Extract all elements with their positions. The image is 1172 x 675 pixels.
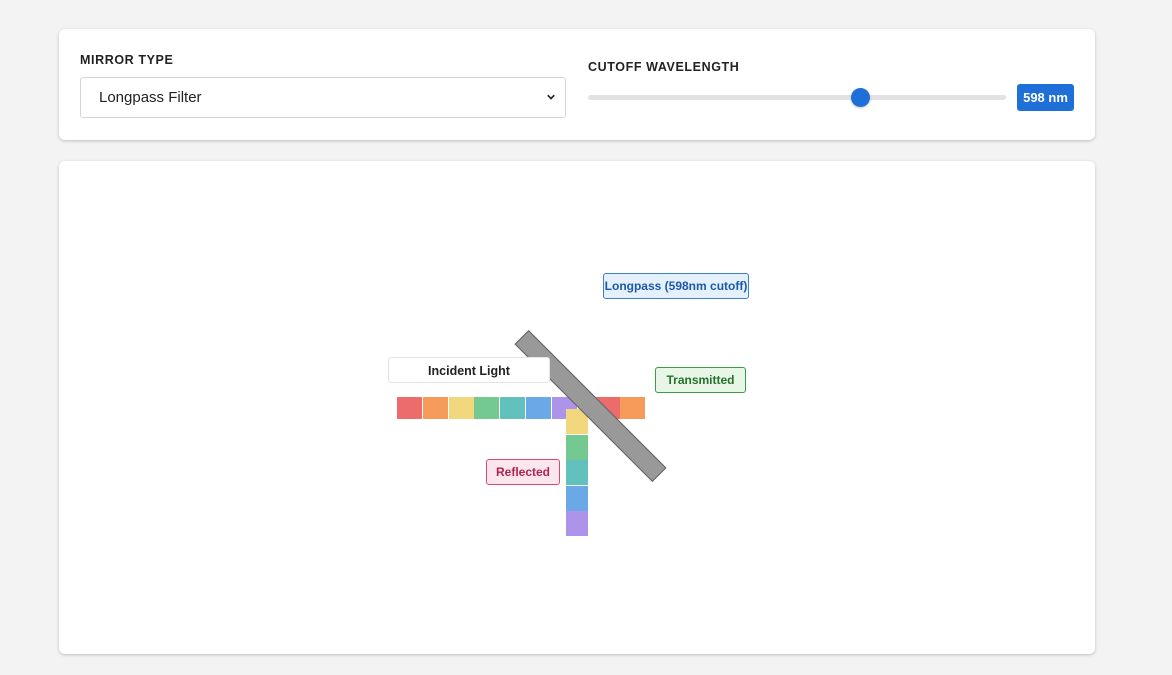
mirror-type-label: MIRROR TYPE (80, 53, 174, 67)
mirror-label-tag: Longpass (598nm cutoff) (603, 273, 749, 299)
reflected-tag: Reflected (486, 459, 560, 485)
mirror-type-select[interactable]: Longpass Filter (80, 77, 566, 118)
mirror-type-value: Longpass Filter (99, 89, 202, 106)
cutoff-wavelength-slider[interactable] (588, 88, 1006, 108)
cutoff-value-badge: 598 nm (1017, 84, 1074, 111)
incident-beam-segment (448, 397, 474, 419)
reflected-beam-segment (566, 434, 588, 460)
reflected-beam-segment (566, 460, 588, 485)
transmitted-beam-segment (620, 397, 645, 419)
transmitted-tag: Transmitted (655, 367, 746, 393)
reflected-beam-segment (566, 485, 588, 511)
slider-track[interactable] (588, 95, 1006, 100)
incident-beam-segment (526, 397, 551, 419)
reflected-beam-segment (566, 511, 588, 536)
incident-beam-segment (422, 397, 448, 419)
diagram-canvas: Longpass (598nm cutoff) Incident Light T… (59, 161, 1095, 654)
incident-light-tag: Incident Light (388, 357, 550, 383)
incident-beam-segment (474, 397, 500, 419)
chevron-down-icon (547, 94, 555, 100)
incident-beam-segment (500, 397, 526, 419)
controls-panel: MIRROR TYPE Longpass Filter CUTOFF WAVEL… (59, 29, 1095, 140)
slider-thumb[interactable] (851, 88, 871, 107)
cutoff-wavelength-label: CUTOFF WAVELENGTH (588, 60, 740, 74)
incident-beam-segment (397, 397, 422, 419)
